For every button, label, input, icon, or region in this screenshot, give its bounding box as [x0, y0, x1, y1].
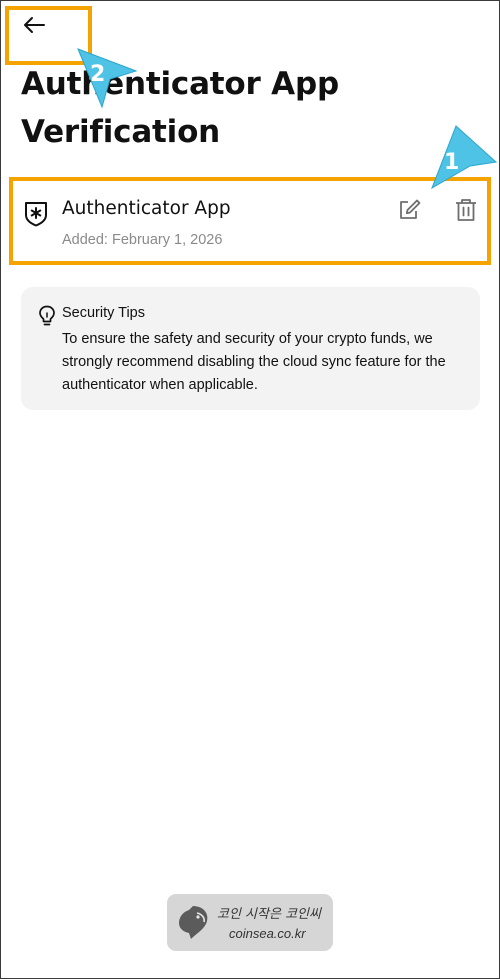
edit-button[interactable] [396, 197, 422, 223]
authenticator-item: Authenticator App Added: February 1, 202… [12, 180, 487, 263]
watermark: 코인 시작은 코인씨 coinsea.co.kr [167, 894, 333, 951]
shield-asterisk-icon [24, 201, 48, 232]
arrow-left-icon [23, 16, 45, 39]
back-button[interactable] [18, 12, 50, 42]
authenticator-added-date: Added: February 1, 2026 [62, 232, 223, 248]
watermark-site: coinsea.co.kr [229, 926, 306, 941]
security-tips-card: Security Tips To ensure the safety and s… [21, 287, 480, 410]
security-tips-title: Security Tips [62, 305, 145, 321]
page-title: Authenticator App Verification [21, 66, 339, 150]
security-tips-body: To ensure the safety and security of you… [62, 331, 446, 393]
dolphin-logo-icon [175, 903, 211, 948]
edit-icon [396, 199, 422, 227]
lightbulb-icon [38, 305, 56, 332]
trash-icon [453, 199, 479, 227]
delete-button[interactable] [453, 197, 479, 223]
watermark-slogan: 코인 시작은 코인씨 [217, 907, 321, 922]
authenticator-name: Authenticator App [62, 198, 231, 219]
